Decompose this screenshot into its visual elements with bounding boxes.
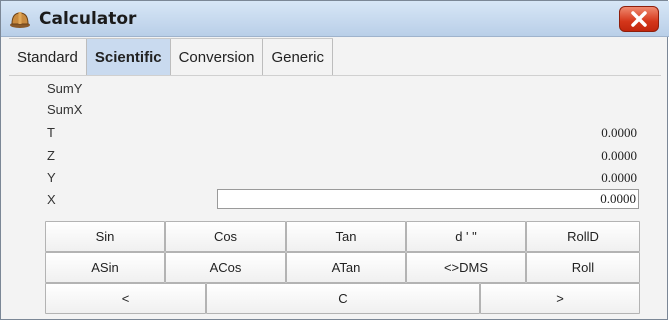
atan-button[interactable]: ATan: [286, 252, 406, 283]
window-title: Calculator: [39, 9, 137, 29]
tab-divider: [9, 75, 661, 76]
acos-button[interactable]: ACos: [165, 252, 286, 283]
close-x-icon: [631, 11, 647, 27]
register-y-label: Y: [47, 170, 56, 185]
dms-toggle-button[interactable]: <>DMS: [406, 252, 526, 283]
register-sumx-label: SumX: [47, 102, 83, 117]
register-x-input[interactable]: 0.0000: [217, 189, 639, 209]
sin-button[interactable]: Sin: [45, 221, 165, 252]
asin-button[interactable]: ASin: [45, 252, 165, 283]
tab-standard[interactable]: Standard: [9, 39, 87, 76]
title-bar: Calculator: [1, 1, 669, 37]
roll-button[interactable]: Roll: [526, 252, 640, 283]
register-sumy-label: SumY: [47, 81, 83, 96]
register-x-label: X: [47, 192, 56, 207]
calculator-window: Calculator Standard Scientific Conversio…: [0, 0, 669, 320]
tab-scientific[interactable]: Scientific: [86, 39, 171, 76]
tab-generic[interactable]: Generic: [263, 39, 333, 76]
tan-button[interactable]: Tan: [286, 221, 406, 252]
right-button[interactable]: >: [480, 283, 640, 314]
tab-conversion[interactable]: Conversion: [170, 39, 264, 76]
register-z-value: 0.0000: [601, 148, 637, 163]
left-button[interactable]: <: [45, 283, 206, 314]
register-t-value: 0.0000: [601, 125, 637, 140]
close-button[interactable]: [619, 6, 659, 32]
register-z-label: Z: [47, 148, 55, 163]
register-t-label: T: [47, 125, 55, 140]
dms-input-button[interactable]: d ' ": [406, 221, 526, 252]
hardhat-icon: [10, 12, 30, 28]
rolld-button[interactable]: RollD: [526, 221, 640, 252]
register-y-value: 0.0000: [601, 170, 637, 185]
cos-button[interactable]: Cos: [165, 221, 286, 252]
clear-button[interactable]: C: [206, 283, 480, 314]
tab-bar: Standard Scientific Conversion Generic: [9, 38, 333, 77]
